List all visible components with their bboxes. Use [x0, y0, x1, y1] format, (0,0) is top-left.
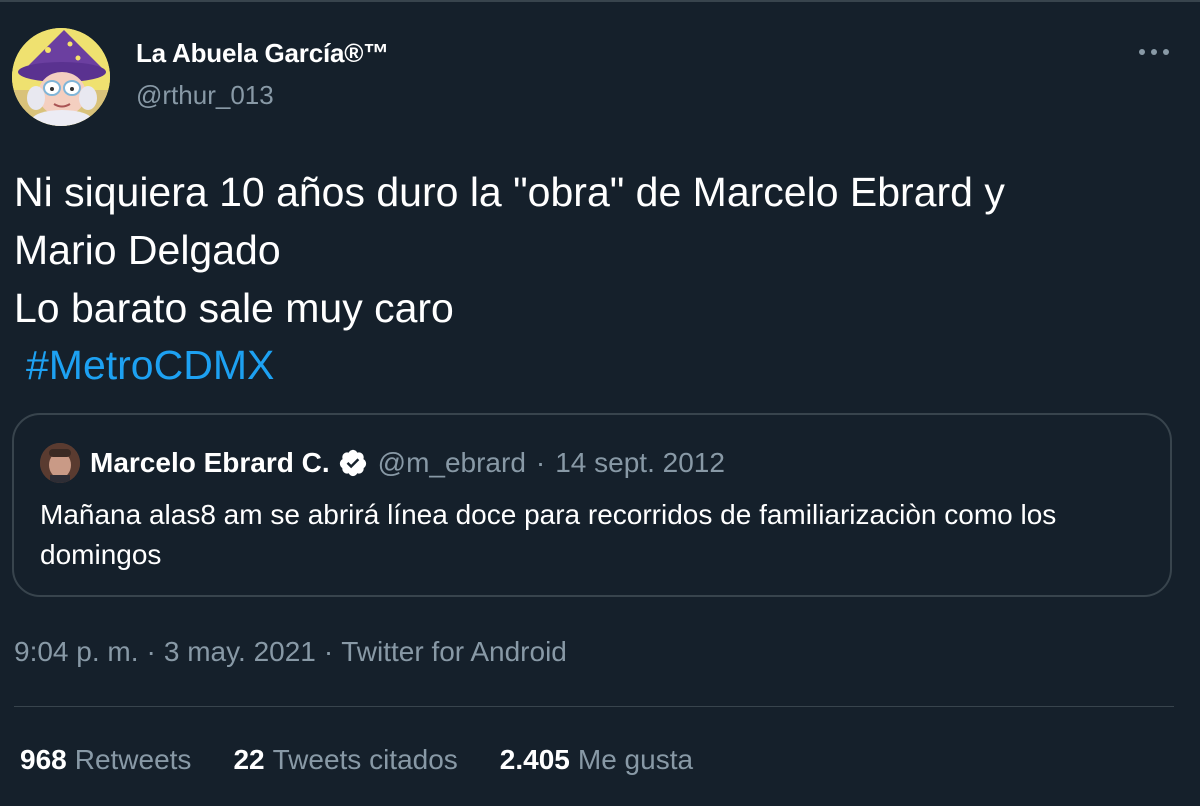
quoted-author-name: Marcelo Ebrard C.	[90, 447, 330, 478]
quote-tweets-count: 22	[233, 744, 265, 775]
likes-label: Me gusta	[577, 744, 694, 775]
likes-stat[interactable]: 2.405 Me gusta	[500, 744, 693, 776]
avatar-image	[12, 28, 110, 126]
stats-divider	[14, 706, 1174, 707]
more-horizontal-icon[interactable]	[1136, 38, 1172, 66]
verified-badge-icon	[338, 448, 368, 478]
author-name[interactable]: La Abuela García®™	[136, 38, 389, 69]
tweet-time[interactable]: 9:04 p. m.	[14, 636, 139, 667]
author-handle[interactable]: @rthur_013	[136, 80, 274, 111]
top-divider	[0, 0, 1200, 2]
separator-dot: ·	[535, 447, 546, 478]
tweet-text-line: Lo barato sale muy caro	[14, 285, 454, 331]
retweets-label: Retweets	[74, 744, 192, 775]
quote-tweets-stat[interactable]: 22 Tweets citados	[233, 744, 457, 776]
tweet-stats: 968 Retweets 22 Tweets citados 2.405 Me gus…	[20, 744, 735, 776]
separator-dot: ·	[146, 636, 156, 667]
quoted-tweet-card[interactable]: Marcelo Ebrard C. @m_ebrard · 14 sept. 2…	[12, 413, 1172, 597]
tweet-text-line: Ni siquiera 10 años duro la "obra" de Ma…	[14, 169, 1005, 215]
tweet-metadata: 9:04 p. m. · 3 may. 2021 · Twitter for Andro…	[14, 636, 567, 668]
quoted-tweet-header: Marcelo Ebrard C. @m_ebrard · 14 sept. 2…	[90, 447, 725, 479]
quote-tweets-label: Tweets citados	[272, 744, 458, 775]
quoted-tweet-date: 14 sept. 2012	[555, 447, 725, 478]
tweet-text-line: Mario Delgado	[14, 227, 281, 273]
retweets-count: 968	[20, 744, 67, 775]
tweet-text: Ni siquiera 10 años duro la "obra" de Ma…	[14, 163, 1174, 337]
retweets-stat[interactable]: 968 Retweets	[20, 744, 191, 776]
likes-count: 2.405	[499, 744, 570, 775]
quoted-author-handle: @m_ebrard	[377, 447, 526, 478]
quoted-tweet-text: Mañana alas8 am se abrirá línea doce par…	[40, 499, 1057, 570]
separator-dot: ·	[323, 636, 334, 667]
tweet-source[interactable]: Twitter for Android	[341, 636, 567, 667]
hashtag-link[interactable]: #MetroCDMX	[26, 336, 274, 394]
tweet-date[interactable]: 3 may. 2021	[164, 636, 316, 667]
author-avatar[interactable]	[12, 28, 110, 126]
quoted-author-avatar	[40, 443, 80, 483]
